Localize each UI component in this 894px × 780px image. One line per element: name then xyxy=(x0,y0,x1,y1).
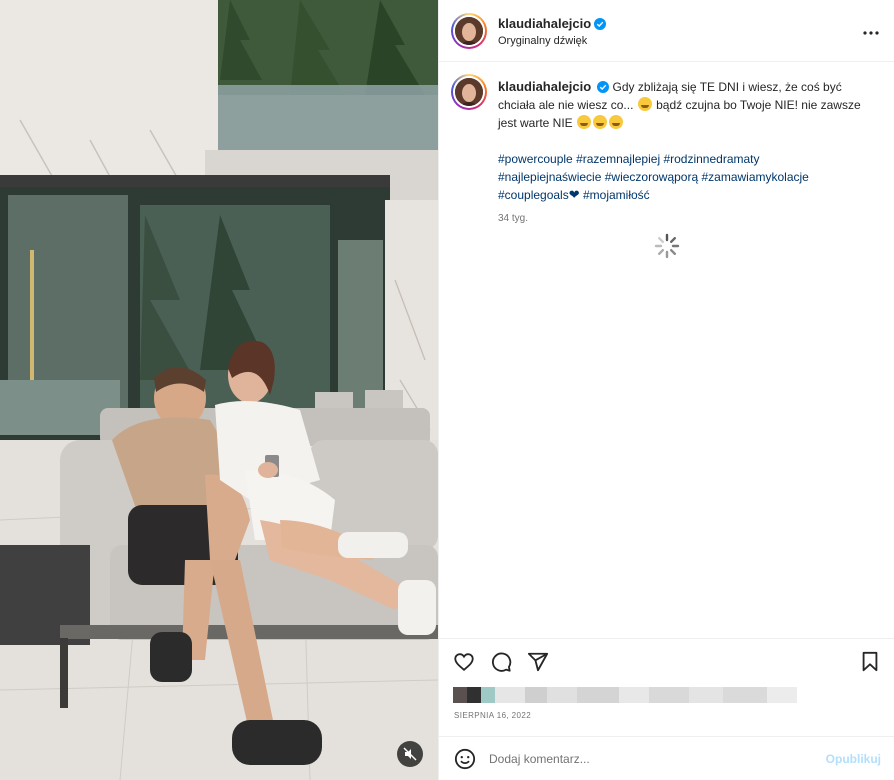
comment-button[interactable] xyxy=(490,651,512,678)
hashtag-link[interactable]: #powercouple xyxy=(498,152,573,166)
share-icon xyxy=(527,652,549,672)
more-options-button[interactable] xyxy=(863,22,879,40)
emoji-picker-button[interactable] xyxy=(454,748,476,775)
comment-icon xyxy=(492,652,512,672)
post-comment-button[interactable]: Opublikuj xyxy=(826,752,881,766)
hashtag-list: #powercouple #razemnajlepiej #rodzinnedr… xyxy=(498,150,878,204)
hashtag-link[interactable]: #couplegoals xyxy=(498,188,569,202)
bookmark-icon xyxy=(862,651,878,672)
like-button[interactable] xyxy=(453,651,475,678)
mute-button[interactable] xyxy=(397,741,423,767)
more-options-icon xyxy=(863,31,879,35)
loading-spinner-icon xyxy=(654,233,680,259)
avatar-photo xyxy=(455,17,483,45)
caption-avatar-photo xyxy=(455,78,483,106)
author-username[interactable]: klaudiahalejcio xyxy=(498,16,607,31)
save-button[interactable] xyxy=(860,651,880,678)
post-actions xyxy=(439,638,894,684)
post-date[interactable]: SIERPNIA 16, 2022 xyxy=(454,711,531,720)
post-caption: klaudiahalejcio Gdy zbliżają się TE DNI … xyxy=(498,78,878,228)
laughing-emoji-icon xyxy=(593,115,608,129)
heart-icon xyxy=(454,653,474,671)
post-video[interactable] xyxy=(0,0,438,780)
hashtag-link[interactable]: #zamawiamykolacje xyxy=(701,170,808,184)
caption-avatar[interactable] xyxy=(451,74,487,110)
video-frame xyxy=(0,0,438,780)
author-username-text[interactable]: klaudiahalejcio xyxy=(498,16,591,31)
laughing-emoji-icon xyxy=(577,115,592,129)
caption-timestamp[interactable]: 34 tyg. xyxy=(498,210,878,228)
muted-audio-icon xyxy=(403,747,417,761)
hashtag-link[interactable]: #rodzinnedramaty xyxy=(663,152,759,166)
hashtag-link[interactable]: #mojamiłość xyxy=(583,188,650,202)
likes-summary-blurred[interactable] xyxy=(453,687,813,703)
add-comment-bar: Opublikuj xyxy=(439,736,894,780)
laughing-emoji-icon xyxy=(609,115,624,129)
audio-label[interactable]: Oryginalny dźwięk xyxy=(498,35,587,47)
hashtag-link[interactable]: #wieczorowąporą xyxy=(605,170,698,184)
post-header: klaudiahalejcio Oryginalny dźwięk xyxy=(439,0,894,62)
hashtag-link[interactable]: #najlepiejnaświecie xyxy=(498,170,601,184)
smirk-emoji-icon xyxy=(637,97,652,111)
post-details-panel: klaudiahalejcio Oryginalny dźwięk klaudi… xyxy=(438,0,894,780)
comment-input[interactable] xyxy=(489,749,809,769)
comments-section: klaudiahalejcio Gdy zbliżają się TE DNI … xyxy=(439,62,894,638)
red-heart-emoji-icon: ❤ xyxy=(568,187,580,202)
caption-username[interactable]: klaudiahalejcio xyxy=(498,79,591,94)
share-button[interactable] xyxy=(527,651,549,678)
verified-badge-icon xyxy=(594,18,607,30)
emoji-icon xyxy=(454,748,476,770)
avatar[interactable] xyxy=(451,13,487,49)
hashtag-link[interactable]: #razemnajlepiej xyxy=(576,152,660,166)
verified-badge-icon xyxy=(597,81,610,93)
